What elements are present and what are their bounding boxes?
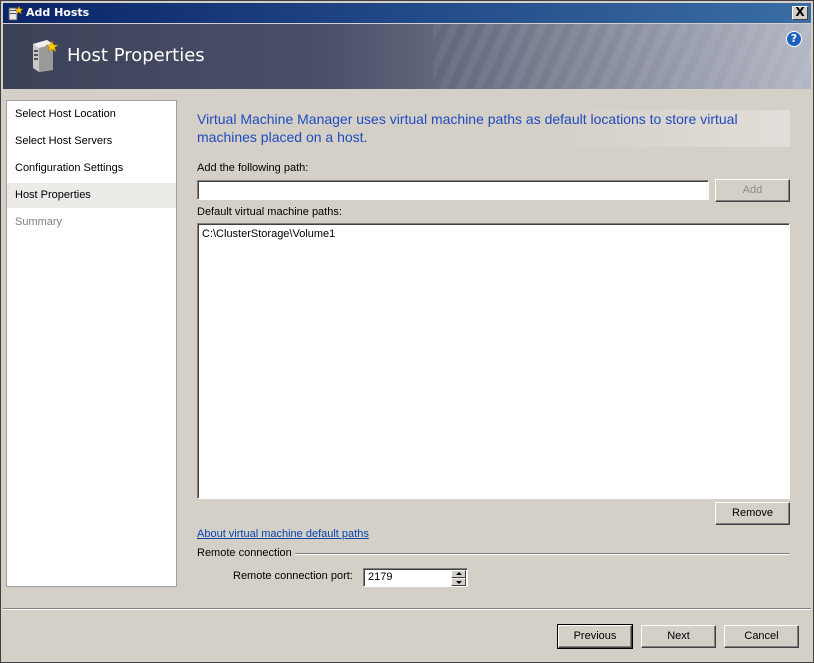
remote-connection-group-label: Remote connection: [197, 547, 292, 559]
wizard-steps: Select Host Location Select Host Servers…: [6, 100, 177, 587]
about-default-paths-link[interactable]: About virtual machine default paths: [197, 528, 369, 540]
next-button[interactable]: Next: [641, 625, 716, 648]
step-host-properties[interactable]: Host Properties: [7, 183, 176, 208]
cancel-button[interactable]: Cancel: [724, 625, 799, 648]
add-button[interactable]: Add: [715, 179, 790, 202]
title-bar[interactable]: Add Hosts X: [3, 3, 811, 23]
server-icon: [33, 40, 59, 72]
default-paths-label: Default virtual machine paths:: [197, 206, 342, 218]
step-select-host-servers[interactable]: Select Host Servers: [7, 129, 176, 154]
default-paths-list[interactable]: C:\ClusterStorage\Volume1: [197, 223, 790, 499]
group-divider: [295, 553, 790, 555]
list-item[interactable]: C:\ClusterStorage\Volume1: [202, 227, 785, 241]
spin-up-icon[interactable]: [451, 570, 466, 578]
footer-separator: [3, 608, 811, 610]
add-path-input[interactable]: [197, 180, 709, 200]
remove-button[interactable]: Remove: [715, 502, 790, 525]
add-path-label: Add the following path:: [197, 162, 309, 174]
header-banner: Host Properties ?: [3, 24, 811, 89]
page-title: Host Properties: [67, 45, 205, 66]
wizard-star-icon: [8, 5, 23, 21]
step-configuration-settings[interactable]: Configuration Settings: [7, 156, 176, 181]
window-title: Add Hosts: [26, 6, 90, 19]
add-hosts-dialog: Add Hosts X Host Properties ? Select Hos…: [0, 0, 814, 663]
step-select-host-location[interactable]: Select Host Location: [7, 102, 176, 127]
remote-port-value[interactable]: 2179: [368, 571, 392, 583]
spin-down-icon[interactable]: [451, 578, 466, 586]
step-summary: Summary: [15, 216, 63, 228]
close-button[interactable]: X: [792, 6, 808, 20]
intro-text: Virtual Machine Manager uses virtual mac…: [197, 110, 790, 147]
help-icon[interactable]: ?: [786, 31, 802, 47]
remote-port-stepper[interactable]: 2179: [363, 568, 468, 587]
remote-port-label: Remote connection port:: [233, 570, 353, 582]
previous-button[interactable]: Previous: [557, 624, 633, 649]
spin-buttons: [451, 570, 466, 586]
